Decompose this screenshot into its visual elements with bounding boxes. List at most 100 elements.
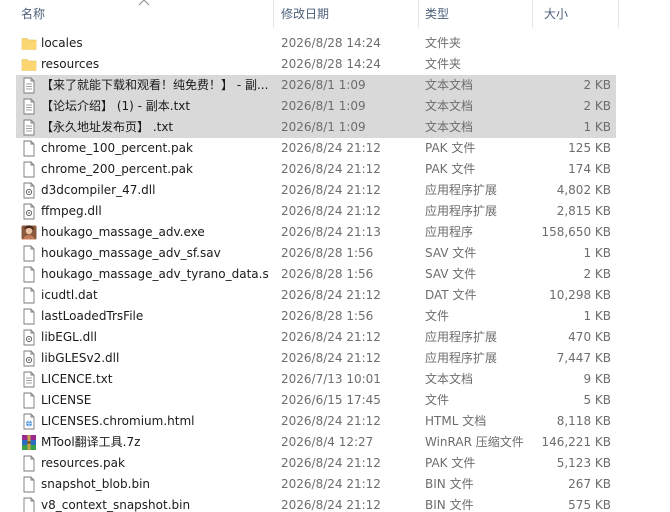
file-row[interactable]: LICENSES.chromium.html 2026/8/24 21:12 HTM… — [0, 411, 670, 432]
file-size: 2 KB — [583, 78, 611, 92]
file-size: 2,815 KB — [556, 204, 611, 218]
file-name: icudtl.dat — [41, 288, 98, 302]
file-row[interactable]: resources 2026/8/28 14:24 文件夹 — [0, 54, 670, 75]
file-row[interactable]: resources.pak 2026/8/24 21:12 PAK 文件 5,123 … — [0, 453, 670, 474]
file-icon — [21, 392, 37, 409]
file-type: 文件夹 — [425, 36, 462, 50]
file-row[interactable]: chrome_100_percent.pak 2026/8/24 21:12 PAK… — [0, 138, 670, 159]
column-divider[interactable] — [618, 0, 619, 28]
column-divider[interactable] — [418, 0, 419, 28]
column-divider[interactable] — [532, 0, 533, 28]
file-type: 文本文档 — [425, 78, 474, 92]
file-row[interactable]: houkago_massage_adv_sf.sav 2026/8/28 1:56… — [0, 243, 670, 264]
dll-file-icon — [21, 182, 37, 199]
file-size: 158,650 KB — [541, 225, 611, 239]
file-size: 5,123 KB — [556, 456, 611, 470]
file-name: houkago_massage_adv_tyrano_data.s... — [41, 267, 269, 281]
file-size — [535, 33, 611, 54]
file-explorer-list-view: 名称 修改日期 类型 大小 locales 2026/8/28 14:24 文件夹 r… — [0, 0, 670, 512]
file-size: 267 KB — [568, 477, 611, 491]
file-size: 470 KB — [568, 330, 611, 344]
file-modified-date: 2026/8/24 21:12 — [281, 498, 381, 512]
file-type: PAK 文件 — [425, 141, 476, 155]
html-file-icon — [21, 413, 37, 430]
file-name: resources — [41, 57, 100, 71]
file-modified-date: 2026/8/1 1:09 — [281, 78, 366, 92]
file-type: 文本文档 — [425, 372, 474, 386]
text-file-icon — [21, 98, 37, 115]
file-icon — [21, 287, 37, 304]
file-icon — [21, 266, 37, 283]
column-header-type[interactable]: 类型 — [425, 0, 530, 28]
file-name: resources.pak — [41, 456, 125, 470]
file-type: BIN 文件 — [425, 477, 474, 491]
file-row[interactable]: lastLoadedTrsFile 2026/8/28 1:56 文件 1 KB — [0, 306, 670, 327]
file-row[interactable]: 【来了就能下载和观看！纯免费！】 - 副... 2026/8/1 1:09 文本文档… — [0, 75, 670, 96]
file-row[interactable]: 【论坛介绍】 (1) - 副本.txt 2026/8/1 1:09 文本文档 2 KB — [0, 96, 670, 117]
file-icon — [21, 476, 37, 493]
file-row[interactable]: 【永久地址发布页】 .txt 2026/8/1 1:09 文本文档 1 KB — [0, 117, 670, 138]
file-modified-date: 2026/8/24 21:12 — [281, 141, 381, 155]
file-type: PAK 文件 — [425, 456, 476, 470]
file-size: 2 KB — [583, 267, 611, 281]
file-type: WinRAR 压缩文件 — [425, 435, 524, 449]
file-row[interactable]: LICENSE 2026/6/15 17:45 文件 5 KB — [0, 390, 670, 411]
text-file-icon — [21, 77, 37, 94]
file-name: 【来了就能下载和观看！纯免费！】 - 副... — [41, 78, 269, 92]
file-modified-date: 2026/6/15 17:45 — [281, 393, 381, 407]
file-row[interactable]: houkago_massage_adv_tyrano_data.s... 2026… — [0, 264, 670, 285]
file-modified-date: 2026/8/1 1:09 — [281, 99, 366, 113]
file-modified-date: 2026/8/24 21:12 — [281, 183, 381, 197]
column-header-bar: 名称 修改日期 类型 大小 — [0, 0, 670, 28]
file-name: libEGL.dll — [41, 330, 97, 344]
file-name: MTool翻译工具.7z — [41, 435, 141, 449]
file-type: 文件 — [425, 309, 450, 323]
file-modified-date: 2026/8/24 21:12 — [281, 414, 381, 428]
file-size: 4,802 KB — [556, 183, 611, 197]
file-type: HTML 文档 — [425, 414, 487, 428]
file-type: 应用程序扩展 — [425, 204, 498, 218]
file-row[interactable]: MTool翻译工具.7z 2026/8/4 12:27 WinRAR 压缩文件 146… — [0, 432, 670, 453]
file-row[interactable]: v8_context_snapshot.bin 2026/8/24 21:12 BI… — [0, 495, 670, 512]
file-modified-date: 2026/8/1 1:09 — [281, 120, 366, 134]
file-row[interactable]: d3dcompiler_47.dll 2026/8/24 21:12 应用程序扩展 4… — [0, 180, 670, 201]
file-row[interactable]: locales 2026/8/28 14:24 文件夹 — [0, 33, 670, 54]
file-modified-date: 2026/8/24 21:12 — [281, 204, 381, 218]
file-modified-date: 2026/8/28 14:24 — [281, 36, 381, 50]
column-header-date[interactable]: 修改日期 — [281, 0, 416, 28]
text-file-icon — [21, 119, 37, 136]
file-row[interactable]: houkago_massage_adv.exe 2026/8/24 21:13 应用… — [0, 222, 670, 243]
file-size: 125 KB — [568, 141, 611, 155]
file-name: d3dcompiler_47.dll — [41, 183, 156, 197]
column-divider[interactable] — [273, 0, 274, 28]
column-header-name[interactable]: 名称 — [21, 0, 271, 28]
file-row[interactable]: LICENCE.txt 2026/7/13 10:01 文本文档 9 KB — [0, 369, 670, 390]
file-row[interactable]: chrome_200_percent.pak 2026/8/24 21:12 PAK… — [0, 159, 670, 180]
file-row[interactable]: icudtl.dat 2026/8/24 21:12 DAT 文件 10,298 KB — [0, 285, 670, 306]
file-modified-date: 2026/8/24 21:12 — [281, 162, 381, 176]
file-type: 文本文档 — [425, 99, 474, 113]
file-modified-date: 2026/8/28 1:56 — [281, 267, 374, 281]
file-modified-date: 2026/8/28 1:56 — [281, 246, 374, 260]
file-type: 文件 — [425, 393, 450, 407]
file-size: 2 KB — [583, 99, 611, 113]
file-name: ffmpeg.dll — [41, 204, 102, 218]
file-type: 应用程序扩展 — [425, 183, 498, 197]
file-name: 【论坛介绍】 (1) - 副本.txt — [41, 99, 191, 113]
file-size: 1 KB — [583, 120, 611, 134]
text-file-icon — [21, 371, 37, 388]
dll-file-icon — [21, 203, 37, 220]
file-name: houkago_massage_adv.exe — [41, 225, 205, 239]
file-name: lastLoadedTrsFile — [41, 309, 144, 323]
file-row[interactable]: snapshot_blob.bin 2026/8/24 21:12 BIN 文件 26… — [0, 474, 670, 495]
column-header-size[interactable]: 大小 — [544, 0, 614, 28]
file-type: 应用程序 — [425, 225, 474, 239]
file-row[interactable]: libEGL.dll 2026/8/24 21:12 应用程序扩展 470 KB — [0, 327, 670, 348]
app-icon — [21, 224, 37, 241]
file-name: 【永久地址发布页】 .txt — [41, 120, 174, 134]
file-modified-date: 2026/8/4 12:27 — [281, 435, 374, 449]
file-row[interactable]: ffmpeg.dll 2026/8/24 21:12 应用程序扩展 2,815 KB — [0, 201, 670, 222]
file-size: 8,118 KB — [556, 414, 611, 428]
file-row[interactable]: libGLESv2.dll 2026/8/24 21:12 应用程序扩展 7,447 … — [0, 348, 670, 369]
file-type: DAT 文件 — [425, 288, 477, 302]
